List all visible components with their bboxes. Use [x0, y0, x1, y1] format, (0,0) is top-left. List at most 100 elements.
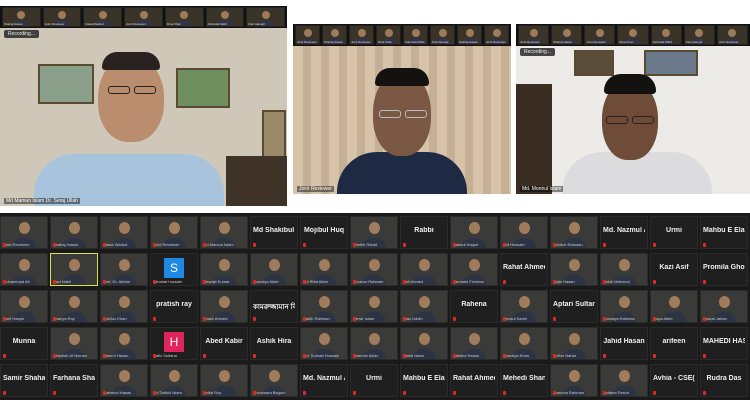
participant-tile[interactable]: Md. Sohrab Hossain [300, 327, 348, 360]
participant-tile[interactable]: Arif Hossain [500, 216, 548, 249]
participant-tile[interactable]: Md Tarikul Islam [150, 364, 198, 397]
participant-tile[interactable]: Rahat Ahmed (... [450, 364, 498, 397]
participant-tile[interactable]: Kazi Asif [650, 253, 698, 286]
participant-thumbnail[interactable]: Joint Reviewer [42, 7, 82, 27]
participant-thumbnail[interactable]: Rina Khan [617, 25, 649, 45]
participant-tile[interactable]: Kamrul Hasan [100, 327, 148, 360]
participant-tile[interactable]: Shakil Ahmed [200, 290, 248, 323]
participant-tile[interactable]: Urmi [350, 364, 398, 397]
participant-tile[interactable]: Lutfun Nahar [550, 327, 598, 360]
participant-thumbnail[interactable]: Shahaj Hasan [322, 25, 347, 45]
participant-tile[interactable]: Sakib Mahmud [600, 253, 648, 286]
participant-tile[interactable]: Rahena [450, 290, 498, 323]
participant-tile[interactable]: Kazi Nabil [50, 253, 98, 286]
participant-tile[interactable]: Rabbi [400, 216, 448, 249]
participant-tile[interactable]: Abdullah Al Noman [50, 327, 98, 360]
participant-thumbnail[interactable]: Shahaj Hasan [2, 7, 41, 27]
participant-tile[interactable]: Farhana Sharmi... [50, 364, 98, 397]
participant-thumbnail[interactable]: Rina Khan [376, 25, 401, 45]
participant-tile[interactable]: Ashikur Rahman [550, 216, 598, 249]
participant-thumbnail[interactable]: Kazi Alamgir [430, 25, 455, 45]
participant-tile[interactable]: Faisal Wadud [100, 216, 148, 249]
participant-thumbnail[interactable]: Kazi Alamgir [683, 25, 715, 45]
participant-thumbnail[interactable]: Fahmida Mafiz [650, 25, 682, 45]
participant-tile[interactable]: Jannatul Ferdous [450, 253, 498, 286]
participant-tile[interactable]: Sultana Parvin [600, 364, 648, 397]
participant-tile[interactable]: Sumaiya Rahman [600, 290, 648, 323]
participant-tile[interactable]: কামরুজ্জামান বিশ্বাস [250, 290, 298, 323]
participant-thumbnail[interactable]: Kazi Alamgir [246, 7, 286, 27]
participant-thumbnail[interactable]: Joint Reviewer [124, 7, 163, 27]
participant-tile[interactable]: Ssahadat hossain [150, 253, 198, 286]
participant-thumbnail[interactable]: Fahmida Mafiz [205, 7, 245, 27]
participant-tile[interactable]: Anika Roy [200, 364, 248, 397]
participant-tile[interactable]: Rupa Akter [650, 290, 698, 323]
participant-tile[interactable]: Md. Nazmul Ab... [600, 216, 648, 249]
participant-tile[interactable]: Asif Ahmed [400, 253, 448, 286]
speaker-panel-right[interactable]: Joint Reviewer Shahaj Hasan Joint Reviewer… [516, 24, 750, 194]
participant-thumbnail[interactable]: Joint Reviewer [484, 25, 509, 45]
participant-tile[interactable]: H Hafiz Sultana [150, 327, 198, 360]
participant-thumbnail[interactable]: Joint Reviewer [518, 25, 550, 45]
participant-tile[interactable]: Ananya Roy [50, 290, 98, 323]
participant-thumbnail[interactable]: Joint Reviewer [349, 25, 374, 45]
participant-tile[interactable]: pratish ray [150, 290, 198, 323]
participant-tile[interactable]: Shahaj Hasan [50, 216, 98, 249]
participant-tile[interactable]: Rezaul Karim [500, 290, 548, 323]
participant-tile[interactable]: Promila Ghosh [700, 253, 748, 286]
participant-tile[interactable]: Mizanur Rahman [350, 253, 398, 286]
participant-tile[interactable]: Sadia Islam [400, 327, 448, 360]
participant-tile[interactable]: Sharmin Akter [350, 327, 398, 360]
participant-tile[interactable]: Monowara Begum [250, 364, 298, 397]
participant-tile[interactable]: Ashik Hira [250, 327, 298, 360]
participant-tile[interactable]: Riaz Uddin [400, 290, 448, 323]
participant-tile[interactable]: Rahat Ahmed (... [500, 253, 548, 286]
participant-tile[interactable]: Tanvir Islam [350, 290, 398, 323]
participant-tile[interactable]: Urmi [650, 216, 698, 249]
participant-tile[interactable]: arifeen [650, 327, 698, 360]
participant-tile[interactable]: Mahfuz Khan [100, 290, 148, 323]
participant-tile[interactable]: Sumona Rahman [550, 364, 598, 397]
participant-tile[interactable]: Samir Shaharior [0, 364, 48, 397]
participant-tile[interactable]: Mahbu E Elahi [400, 364, 448, 397]
participant-tile[interactable]: Biswajit Kumar [200, 253, 248, 286]
participant-tile[interactable]: Rudra Das [700, 364, 748, 397]
participant-thumbnail[interactable]: Fahmida Mafiz [403, 25, 428, 45]
participant-tile[interactable]: MAHEDI HASS... [700, 327, 748, 360]
participant-tile[interactable]: Md Rifat Alam [300, 253, 348, 286]
participant-tile[interactable]: Munna [0, 327, 48, 360]
speaker-panel-center[interactable]: Joint Reviewer Shahaj Hasan Joint Reviewer… [293, 24, 511, 194]
participant-tile[interactable]: Naimul Haque [450, 216, 498, 249]
participant-thumbnail[interactable]: Shahaj Hasan [551, 25, 583, 45]
participant-tile[interactable]: Mahmud Hasan [100, 364, 148, 397]
participant-tile[interactable]: Nusrat Jahan [700, 290, 748, 323]
participant-thumbnail[interactable]: Joint Reviewer [295, 25, 320, 45]
participant-tile[interactable]: Joint Reviewer [150, 216, 198, 249]
participant-tile[interactable]: Aptari Sultana (... [550, 290, 598, 323]
participant-tile[interactable]: Md. Nazmul Ab... [300, 364, 348, 397]
participant-tile[interactable]: Mahbu E Elahi [700, 216, 748, 249]
participant-tile[interactable]: Md Shakibul Isl... [250, 216, 298, 249]
participant-tile[interactable]: Md Mamun Islam [200, 216, 248, 249]
participant-tile[interactable]: Rakibul Hasan [450, 327, 498, 360]
participant-thumbnail[interactable]: Shahaj Hasan [457, 25, 482, 45]
participant-thumbnail[interactable]: Faisal Wadud [83, 7, 123, 27]
participant-tile[interactable]: Jahid Hasan [600, 327, 648, 360]
participant-tile[interactable]: Prof. Dr. Akhtar [100, 253, 148, 286]
participant-tile[interactable]: Mehedi Shanto [500, 364, 548, 397]
participant-tile[interactable]: Abed Kabir [200, 327, 248, 360]
participant-tile[interactable]: Sajib Hasan [550, 253, 598, 286]
participant-tile[interactable]: Sarif Haque [0, 290, 48, 323]
participant-tile[interactable]: Mojibul Huq [300, 216, 348, 249]
participant-tile[interactable]: Joint Reviewer [0, 216, 48, 249]
participant-thumbnail[interactable]: Joint Reviewer [716, 25, 748, 45]
participant-tile[interactable]: Mohammad Ali [0, 253, 48, 286]
participant-tile[interactable]: Sumaiya Khan [500, 327, 548, 360]
participant-tile[interactable]: Sheikh Rahat [350, 216, 398, 249]
participant-thumbnail[interactable]: Rina Khan [164, 7, 204, 27]
speaker-panel-left[interactable]: Shahaj Hasan Joint Reviewer Faisal Wadud Jo… [0, 6, 287, 206]
participant-tile[interactable]: Habib Rahman [300, 290, 348, 323]
participant-tile[interactable]: Sumaiya Akter [250, 253, 298, 286]
participant-tile[interactable]: Avhia - CSE(BA) [650, 364, 698, 397]
participant-thumbnail[interactable]: Joint Reviewer [584, 25, 616, 45]
